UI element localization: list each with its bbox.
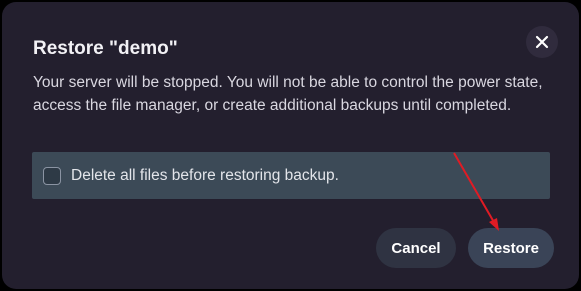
dialog-description: Your server will be stopped. You will no… bbox=[33, 74, 543, 114]
restore-button[interactable]: Restore bbox=[468, 228, 554, 268]
delete-files-label[interactable]: Delete all files before restoring backup… bbox=[71, 167, 339, 185]
dialog-title: Restore "demo" bbox=[33, 38, 178, 59]
restore-dialog: Restore "demo" Your server will be stopp… bbox=[2, 2, 579, 289]
close-icon bbox=[535, 35, 549, 49]
close-button[interactable] bbox=[526, 26, 558, 58]
delete-files-checkbox[interactable] bbox=[43, 166, 61, 185]
delete-files-option[interactable]: Delete all files before restoring backup… bbox=[32, 152, 550, 199]
cancel-button[interactable]: Cancel bbox=[376, 228, 456, 268]
